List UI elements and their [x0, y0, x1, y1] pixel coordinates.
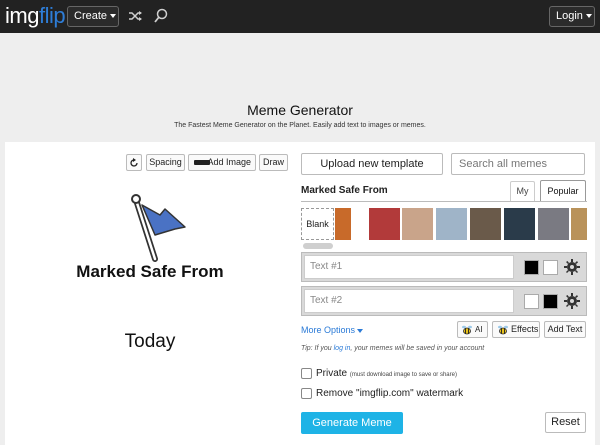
template-thumb[interactable] — [436, 208, 467, 240]
text-box-row-2: Text #2 — [301, 286, 587, 316]
logo-img-text: img — [5, 3, 39, 28]
create-label: Create — [74, 10, 108, 22]
add-image-label: Add Image — [207, 157, 251, 167]
bee-icon — [462, 325, 472, 335]
template-thumb[interactable] — [571, 208, 587, 240]
gear-icon[interactable] — [564, 259, 580, 275]
chevron-down-icon — [110, 14, 117, 19]
meme-bottom-text[interactable]: Today — [70, 331, 230, 353]
page-subtitle: The Fastest Meme Generator on the Planet… — [174, 122, 426, 129]
effects-button[interactable]: Effects — [492, 321, 540, 338]
template-thumb[interactable] — [369, 208, 400, 240]
rotate-icon — [130, 158, 138, 167]
login-label: Login — [556, 10, 583, 22]
generator-panel: Spacing Add Image Draw Marked Safe From … — [5, 142, 595, 445]
private-checkbox[interactable] — [301, 368, 312, 379]
tab-my[interactable]: My — [510, 181, 535, 201]
more-options-link[interactable]: More Options — [301, 325, 364, 335]
shuffle-icon[interactable] — [128, 9, 143, 23]
text-box-row-1: Text #1 — [301, 252, 587, 282]
remove-watermark-checkbox[interactable] — [301, 388, 312, 399]
meme-top-text[interactable]: Marked Safe From — [70, 262, 230, 282]
blank-template-thumb[interactable]: Blank — [301, 208, 334, 240]
create-button[interactable]: Create — [67, 6, 119, 27]
meme-canvas[interactable] — [65, 187, 255, 407]
upload-template-button[interactable]: Upload new template — [301, 153, 443, 175]
text-2-input[interactable]: Text #2 — [304, 289, 514, 313]
ai-label: AI — [475, 325, 483, 334]
template-title: Marked Safe From — [301, 185, 388, 196]
add-image-icon — [194, 160, 210, 165]
login-link[interactable]: log in — [334, 345, 351, 352]
more-options-label: More Options — [301, 325, 356, 335]
chevron-down-icon — [585, 14, 592, 19]
logo-flip-text: flip — [38, 3, 66, 28]
search-memes-input[interactable]: Search all memes — [451, 153, 585, 175]
rotate-button[interactable] — [126, 154, 142, 171]
text-1-input[interactable]: Text #1 — [304, 255, 514, 279]
template-thumb[interactable] — [335, 208, 351, 240]
remove-watermark-label: Remove "imgflip.com" watermark — [316, 388, 464, 399]
text-color-swatch[interactable] — [543, 260, 558, 275]
spacing-button[interactable]: Spacing — [146, 154, 185, 171]
effects-label: Effects — [511, 324, 539, 334]
reset-button[interactable]: Reset — [545, 412, 586, 433]
ai-button[interactable]: AI — [457, 321, 488, 338]
login-button[interactable]: Login — [549, 6, 595, 27]
private-label: Private (must download image to save or … — [316, 368, 457, 379]
text-color-swatch[interactable] — [543, 294, 558, 309]
search-icon[interactable] — [154, 8, 168, 23]
template-thumb[interactable] — [470, 208, 501, 240]
gear-icon[interactable] — [564, 293, 580, 309]
template-thumb[interactable] — [538, 208, 569, 240]
top-navbar: imgflip Create Login — [0, 0, 600, 33]
add-text-button[interactable]: Add Text — [544, 321, 586, 338]
flag-icon — [131, 194, 186, 262]
outline-color-swatch[interactable] — [524, 260, 539, 275]
page-title: Meme Generator — [247, 102, 353, 118]
chevron-down-icon — [357, 328, 364, 333]
bee-icon — [498, 325, 508, 335]
tip-prefix: Tip: If you — [301, 345, 334, 352]
draw-button[interactable]: Draw — [259, 154, 288, 171]
tab-popular[interactable]: Popular — [540, 180, 586, 201]
private-label-text: Private — [316, 368, 348, 379]
tip-suffix: , your memes will be saved in your accou… — [350, 345, 485, 352]
private-note: (must download image to save or share) — [349, 372, 457, 378]
template-thumb[interactable] — [402, 208, 433, 240]
login-tip: Tip: If you log in, your memes will be s… — [301, 345, 484, 352]
thumbnail-scrollbar[interactable] — [303, 243, 333, 249]
add-image-button[interactable]: Add Image — [188, 154, 256, 171]
outline-color-swatch[interactable] — [524, 294, 539, 309]
imgflip-logo[interactable]: imgflip — [5, 2, 66, 30]
tab-divider — [301, 201, 587, 202]
generate-meme-button[interactable]: Generate Meme — [301, 412, 403, 434]
template-thumb[interactable] — [504, 208, 535, 240]
